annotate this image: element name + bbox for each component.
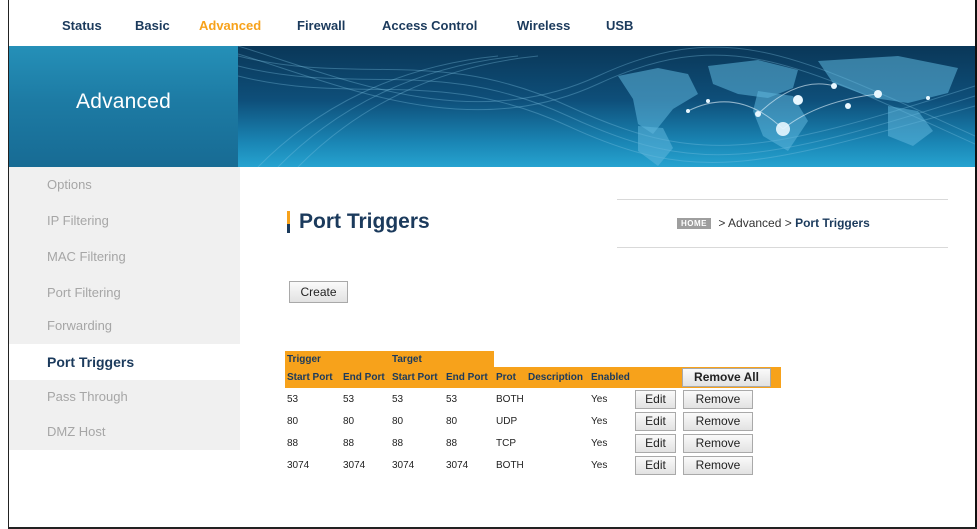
table-row: 53 53 53 53 BOTH Yes Edit Remove <box>285 388 781 410</box>
nav-usb[interactable]: USB <box>606 18 633 33</box>
column-header: End Port <box>341 367 390 388</box>
nav-access-control[interactable]: Access Control <box>382 18 477 33</box>
title-accent-bar <box>287 211 290 233</box>
column-header: Start Port <box>390 367 444 388</box>
column-header: Enabled <box>589 367 633 388</box>
header-divider <box>617 247 948 248</box>
port-triggers-table: Trigger Target Start Port End Port Start… <box>285 351 781 476</box>
edit-button[interactable]: Edit <box>635 455 676 475</box>
banner: Advanced <box>9 46 975 167</box>
breadcrumb-section: > Advanced > <box>718 216 792 230</box>
column-header: Description <box>526 367 589 388</box>
sidebar-item-forwarding[interactable]: Forwarding <box>9 308 240 344</box>
column-header: Start Port <box>285 367 341 388</box>
edit-button[interactable]: Edit <box>635 411 676 431</box>
sidebar-item-port-filtering[interactable]: Port Filtering <box>9 275 240 311</box>
sidebar-item-pass-through[interactable]: Pass Through <box>9 379 240 415</box>
group-header-trigger: Trigger <box>285 351 341 367</box>
sidebar: Options IP Filtering MAC Filtering Port … <box>9 167 240 450</box>
banner-title: Advanced <box>75 90 171 113</box>
nav-wireless[interactable]: Wireless <box>517 18 570 33</box>
remove-button[interactable]: Remove <box>683 389 753 409</box>
edit-button[interactable]: Edit <box>635 433 676 453</box>
banner-world-map-image <box>238 46 975 167</box>
sidebar-item-ip-filtering[interactable]: IP Filtering <box>9 203 240 239</box>
nav-basic[interactable]: Basic <box>135 18 170 33</box>
header-divider <box>617 199 948 200</box>
table-row: 88 88 88 88 TCP Yes Edit Remove <box>285 432 781 454</box>
remove-all-button[interactable]: Remove All <box>682 368 771 387</box>
home-icon[interactable]: HOME <box>677 218 711 229</box>
page-title: Port Triggers <box>299 210 430 233</box>
column-header: Prot <box>494 367 526 388</box>
top-nav: Status Basic Advanced Firewall Access Co… <box>9 0 975 46</box>
sidebar-item-mac-filtering[interactable]: MAC Filtering <box>9 239 240 275</box>
group-header-target: Target <box>390 351 444 367</box>
remove-button[interactable]: Remove <box>683 433 753 453</box>
edit-button[interactable]: Edit <box>635 389 676 409</box>
breadcrumb-current: Port Triggers <box>795 216 870 230</box>
sidebar-item-options[interactable]: Options <box>9 167 240 203</box>
table-row: 3074 3074 3074 3074 BOTH Yes Edit Remove <box>285 454 781 476</box>
sidebar-item-dmz-host[interactable]: DMZ Host <box>9 414 240 450</box>
banner-section-title-panel: Advanced <box>9 46 238 167</box>
remove-button[interactable]: Remove <box>683 455 753 475</box>
table-row: 80 80 80 80 UDP Yes Edit Remove <box>285 410 781 432</box>
sidebar-item-port-triggers[interactable]: Port Triggers <box>9 344 240 380</box>
nav-firewall[interactable]: Firewall <box>297 18 345 33</box>
create-button[interactable]: Create <box>289 281 348 303</box>
world-map-graphic <box>238 46 975 167</box>
column-header: End Port <box>444 367 494 388</box>
nav-advanced[interactable]: Advanced <box>199 18 261 33</box>
nav-status[interactable]: Status <box>62 18 102 33</box>
breadcrumb: HOME > Advanced > Port Triggers <box>677 216 870 230</box>
remove-button[interactable]: Remove <box>683 411 753 431</box>
